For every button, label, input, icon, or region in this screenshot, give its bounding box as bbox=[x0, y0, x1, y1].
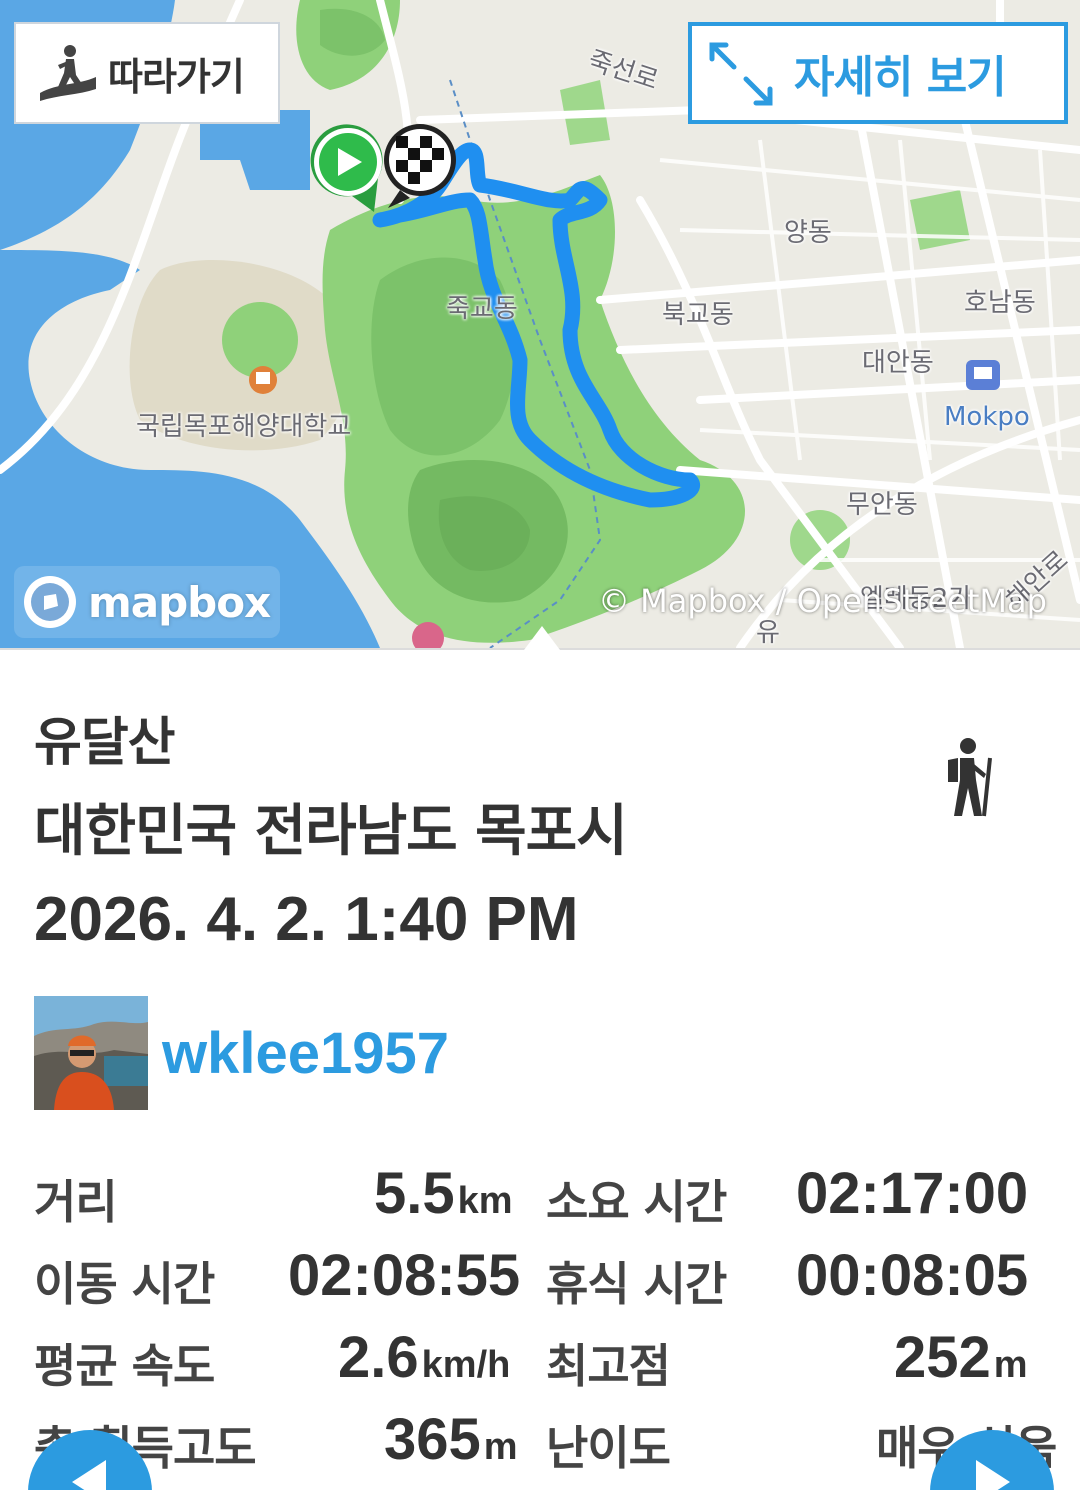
mapbox-icon bbox=[24, 576, 76, 628]
mapbox-logo[interactable]: mapbox bbox=[14, 566, 280, 638]
avg-speed-label: 평균 속도 bbox=[34, 1339, 215, 1393]
moving-time-value: 02:08:55 bbox=[288, 1243, 521, 1308]
hiking-icon bbox=[948, 738, 992, 817]
map-label-district: 북교동 bbox=[662, 300, 734, 330]
map-label-district: 죽교동 bbox=[446, 294, 518, 324]
moving-time-label: 이동 시간 bbox=[34, 1257, 215, 1311]
rest-time-label: 휴식 시간 bbox=[546, 1257, 727, 1311]
view-details-button[interactable]: 자세히 보기 bbox=[688, 22, 1068, 124]
route-map[interactable]: 죽선로 양동 북교동 호남동 대안동 Mokpo 죽교동 국립목포해양대학교 무… bbox=[0, 0, 1080, 648]
distance-value: 5.5km bbox=[374, 1161, 513, 1226]
map-label-district: 양동 bbox=[784, 218, 832, 248]
max-altitude-value: 252m bbox=[894, 1325, 1028, 1390]
duration-value: 02:17:00 bbox=[796, 1161, 1029, 1226]
difficulty-label: 난이도 bbox=[546, 1421, 671, 1475]
track-datetime: 2026. 4. 2. 1:40 PM bbox=[34, 885, 579, 954]
map-label-district: 무안동 bbox=[846, 490, 918, 520]
map-label-station: Mokpo bbox=[944, 402, 1030, 432]
triangle-right-icon bbox=[976, 1460, 1010, 1490]
map-pointer-notch bbox=[524, 626, 560, 650]
track-location: 대한민국 전라남도 목포시 bbox=[34, 799, 628, 864]
total-ascent-value: 365m bbox=[384, 1407, 518, 1472]
map-attribution[interactable]: © Mapbox / OpenStreetMap bbox=[598, 582, 1047, 620]
username-link[interactable]: wklee1957 bbox=[162, 1020, 449, 1087]
map-label-district: 호남동 bbox=[964, 288, 1036, 318]
user-avatar[interactable] bbox=[34, 996, 148, 1110]
duration-label: 소요 시간 bbox=[546, 1175, 727, 1229]
mapbox-wordmark: mapbox bbox=[88, 577, 271, 627]
hiker-follow-icon bbox=[40, 45, 96, 101]
distance-label: 거리 bbox=[34, 1175, 118, 1229]
map-label-university: 국립목포해양대학교 bbox=[136, 412, 352, 442]
follow-button[interactable]: 따라가기 bbox=[14, 22, 280, 124]
rest-time-value: 00:08:05 bbox=[796, 1243, 1029, 1308]
map-label-district: 대안동 bbox=[862, 348, 934, 378]
max-altitude-label: 최고점 bbox=[546, 1339, 671, 1393]
expand-icon bbox=[709, 42, 773, 106]
avg-speed-value: 2.6km/h bbox=[338, 1325, 511, 1390]
view-details-label: 자세히 보기 bbox=[794, 52, 1007, 103]
track-title: 유달산 bbox=[34, 713, 176, 773]
follow-label: 따라가기 bbox=[108, 54, 245, 99]
triangle-left-icon bbox=[72, 1460, 106, 1490]
